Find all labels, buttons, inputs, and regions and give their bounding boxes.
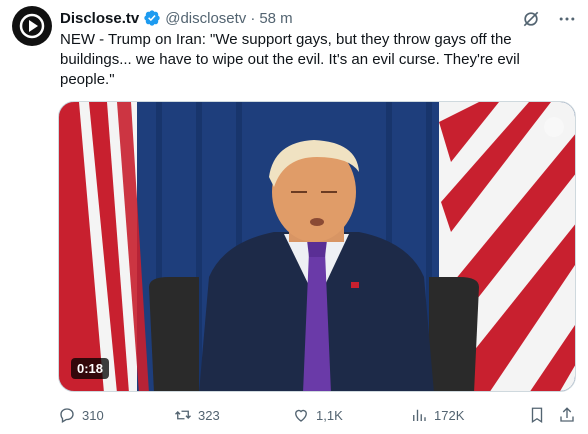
reply-count: 310 (82, 407, 104, 423)
tweet-text: NEW - Trump on Iran: "We support gays, b… (60, 31, 520, 88)
avatar[interactable] (12, 6, 52, 46)
reply-icon (60, 408, 74, 423)
verified-badge-icon (143, 9, 161, 27)
video-thumbnail (59, 102, 575, 391)
bookmark-icon (531, 407, 543, 424)
repost-count: 323 (198, 407, 220, 423)
action-bar: 310 323 1,1K 172K (58, 402, 576, 428)
grok-icon[interactable] (520, 8, 542, 30)
like-button[interactable]: 1,1K (292, 406, 343, 424)
author-handle[interactable]: @disclosetv (165, 10, 246, 27)
tweet-header: Disclose.tv @disclosetv · 58 m (60, 8, 578, 28)
share-icon (560, 407, 574, 422)
play-logo-icon (19, 13, 45, 39)
views-button[interactable]: 172K (410, 406, 464, 424)
flag-left (59, 102, 149, 391)
video-player[interactable]: 0:18 (58, 101, 576, 392)
repost-icon (175, 410, 191, 420)
reply-button[interactable]: 310 (58, 406, 104, 424)
timestamp[interactable]: 58 m (259, 10, 292, 27)
video-duration: 0:18 (71, 358, 110, 379)
more-icon[interactable] (556, 8, 578, 30)
views-count: 172K (434, 407, 465, 423)
separator-dot: · (250, 9, 256, 27)
author-name[interactable]: Disclose.tv (60, 10, 139, 27)
share-button[interactable] (558, 406, 576, 424)
views-icon (413, 409, 426, 421)
repost-button[interactable]: 323 (174, 406, 220, 424)
like-count: 1,1K (316, 407, 343, 423)
heart-icon (295, 409, 307, 422)
bookmark-button[interactable] (528, 406, 546, 424)
